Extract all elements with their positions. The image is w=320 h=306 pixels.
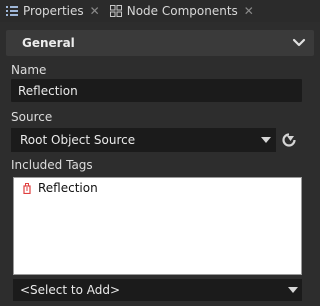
close-icon[interactable]: ✕ <box>244 4 254 18</box>
tab-bar: Properties ✕ Node Components ✕ <box>0 0 320 22</box>
reset-icon[interactable] <box>281 132 297 148</box>
list-icon <box>6 5 18 17</box>
source-dropdown[interactable]: Root Object Source <box>11 128 276 152</box>
name-field[interactable]: Reflection <box>11 79 302 102</box>
section-header-general[interactable]: General <box>6 30 314 56</box>
tab-properties[interactable]: Properties ✕ <box>0 0 104 22</box>
select-to-add-dropdown[interactable]: <Select to Add> <box>13 279 302 301</box>
section-title: General <box>22 36 75 50</box>
tag-icon <box>23 182 31 194</box>
close-icon[interactable]: ✕ <box>90 4 100 18</box>
components-icon <box>109 5 122 17</box>
name-label: Name <box>11 63 47 77</box>
dropdown-arrow-icon <box>261 137 271 143</box>
included-tags-label: Included Tags <box>11 158 93 172</box>
tab-properties-label: Properties <box>23 4 84 18</box>
tab-node-components-label: Node Components <box>126 4 238 18</box>
source-value: Root Object Source <box>20 133 136 147</box>
chevron-down-icon[interactable] <box>292 36 306 50</box>
dropdown-arrow-icon <box>288 287 298 293</box>
included-tags-list[interactable]: Reflection <box>13 177 302 275</box>
select-to-add-label: <Select to Add> <box>20 283 121 297</box>
source-label: Source <box>11 110 53 124</box>
properties-panel: General Name Reflection Source Root Obje… <box>0 22 320 306</box>
tab-node-components[interactable]: Node Components ✕ <box>104 0 258 22</box>
tag-item-label: Reflection <box>38 181 98 195</box>
list-item[interactable]: Reflection <box>23 181 98 195</box>
